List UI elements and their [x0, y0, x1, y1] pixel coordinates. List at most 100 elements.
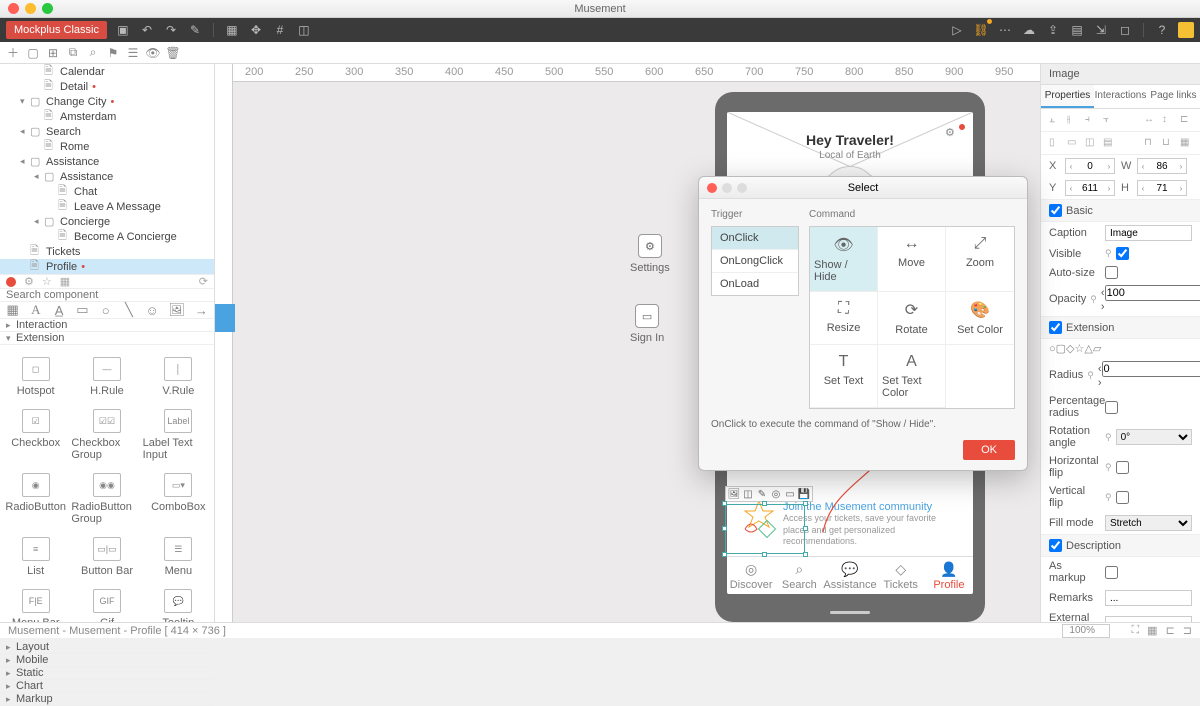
grid-icon[interactable]: ▦	[224, 22, 240, 38]
tree-item[interactable]: 🗎Leave A Message	[0, 199, 214, 214]
asmarkup-checkbox[interactable]	[1105, 566, 1118, 579]
section-description[interactable]: Description	[1041, 534, 1200, 557]
align-b4-icon[interactable]: ▤	[1103, 137, 1115, 149]
hier-icon[interactable]: ⊞	[46, 46, 60, 60]
x-input[interactable]: ‹›	[1065, 158, 1115, 174]
edit-icon[interactable]: ✎	[756, 488, 768, 500]
img-icon[interactable]: 🖼	[728, 488, 740, 500]
brand-badge[interactable]: Mockplus Classic	[6, 21, 107, 39]
align-left-icon[interactable]: ⫠	[1049, 114, 1061, 126]
selection-toolbar[interactable]: 🖼 ◫ ✎ ◎ ▭ 💾	[725, 486, 813, 502]
rotation-select[interactable]: 0°	[1116, 429, 1192, 445]
match-size-icon[interactable]: ▦	[1180, 137, 1192, 149]
move-icon[interactable]: ✥	[248, 22, 264, 38]
pradius-checkbox[interactable]	[1105, 401, 1118, 414]
visible-checkbox[interactable]	[1116, 247, 1129, 260]
arrow-icon[interactable]: →	[195, 302, 208, 318]
command-item[interactable]: TSet Text	[810, 345, 878, 408]
dist-space-icon[interactable]: ⊔	[1162, 137, 1174, 149]
category-extension[interactable]: ▾Extension	[0, 332, 214, 345]
eye-icon[interactable]: 👁	[146, 46, 160, 60]
command-item[interactable]: ⛶Resize	[810, 292, 878, 345]
window-controls[interactable]	[8, 3, 53, 14]
tree-item[interactable]: ◂▢Assistance	[0, 154, 214, 169]
export-icon[interactable]: ⇲	[1093, 22, 1109, 38]
tabbar-item[interactable]: 💬Assistance	[823, 557, 876, 594]
play-icon[interactable]: ▷	[949, 22, 965, 38]
category-interaction[interactable]: ▸Interaction	[0, 319, 214, 332]
command-item[interactable]: ASet Text Color	[878, 345, 946, 408]
category-chart[interactable]: ▸Chart	[0, 680, 214, 693]
opacity-input[interactable]: ‹›	[1101, 285, 1200, 313]
component-item[interactable]: ≡List	[0, 531, 71, 583]
help-icon[interactable]: ?	[1154, 22, 1170, 38]
hflip-checkbox[interactable]	[1116, 461, 1129, 474]
save-icon[interactable]: ▣	[115, 22, 131, 38]
command-item[interactable]: ⟳Rotate	[878, 292, 946, 345]
tree-item[interactable]: 🗎Detail•	[0, 79, 214, 94]
trash-icon[interactable]: 🗑	[166, 46, 180, 60]
dist-v-icon[interactable]: ↕	[1162, 114, 1174, 126]
signin-side-button[interactable]: ▭ Sign In	[630, 304, 664, 344]
tab-interactions[interactable]: Interactions	[1094, 85, 1147, 108]
tree-item[interactable]: 🗎Calendar	[0, 64, 214, 79]
autosize-checkbox[interactable]	[1105, 266, 1118, 279]
maximize-icon[interactable]	[42, 3, 53, 14]
tabbar-item[interactable]: ◇Tickets	[877, 557, 925, 594]
align-top-icon[interactable]: ⫟	[1103, 114, 1115, 126]
category-layout[interactable]: ▸Layout	[0, 641, 214, 654]
minimize-icon[interactable]	[25, 3, 36, 14]
redo-icon[interactable]: ↷	[163, 22, 179, 38]
align-edge-icon[interactable]: ⊏	[1180, 114, 1192, 126]
caption-input[interactable]	[1105, 225, 1192, 241]
remarks-input[interactable]	[1105, 590, 1192, 606]
face-icon[interactable]: ☺	[146, 302, 159, 318]
component-item[interactable]: ◉RadioButton	[0, 467, 71, 531]
crop-icon[interactable]: ◫	[742, 488, 754, 500]
avatar-icon[interactable]	[1178, 22, 1194, 38]
trigger-item[interactable]: OnClick	[712, 227, 798, 250]
category-static[interactable]: ▸Static	[0, 667, 214, 680]
text-icon[interactable]: A	[29, 302, 42, 318]
radius-input[interactable]: ‹›	[1098, 361, 1200, 389]
copy-icon[interactable]: ⧉	[66, 46, 80, 60]
align-b3-icon[interactable]: ◫	[1085, 137, 1097, 149]
component-item[interactable]: ☑Checkbox	[0, 403, 71, 467]
dist-h-icon[interactable]: ↔	[1144, 114, 1156, 126]
cog-icon[interactable]: ⚙	[24, 275, 34, 288]
star-icon[interactable]: ☆	[42, 275, 52, 288]
command-item[interactable]: 🎨Set Color	[946, 292, 1014, 345]
component-item[interactable]: ◉◉RadioButton Group	[71, 467, 142, 531]
component-item[interactable]: │V.Rule	[143, 351, 214, 403]
close-icon[interactable]	[8, 3, 19, 14]
category-markup[interactable]: ▸Markup	[0, 693, 214, 706]
expand-icon[interactable]: ⊐	[1183, 624, 1192, 637]
tree-item[interactable]: ◂▢Search	[0, 124, 214, 139]
tree-item[interactable]: 🗎Rome	[0, 139, 214, 154]
search-icon[interactable]: ⌕	[86, 46, 100, 60]
component-search[interactable]	[0, 289, 214, 302]
y-input[interactable]: ‹›	[1065, 180, 1115, 196]
cloud-icon[interactable]: ☁	[1021, 22, 1037, 38]
underline-icon[interactable]: A̲	[53, 302, 66, 318]
record-icon[interactable]	[6, 277, 16, 287]
component-item[interactable]: ☰Menu	[143, 531, 214, 583]
more-icon[interactable]: ⋯	[997, 22, 1013, 38]
trigger-item[interactable]: OnLongClick	[712, 250, 798, 273]
grid-icon[interactable]: ▦	[1147, 624, 1157, 637]
tabbar-item[interactable]: 👤Profile	[925, 557, 973, 594]
component-item[interactable]: ▭|▭Button Bar	[71, 531, 142, 583]
component-item[interactable]: ▭▾ComboBox	[143, 467, 214, 531]
folder-icon[interactable]: ▢	[26, 46, 40, 60]
section-basic[interactable]: Basic	[1041, 199, 1200, 222]
align-right-icon[interactable]: ⫞	[1085, 114, 1097, 126]
dialog-titlebar[interactable]: Select	[699, 177, 1027, 199]
save-icon[interactable]: 💾	[798, 488, 810, 500]
component-item[interactable]: LabelLabel Text Input	[143, 403, 214, 467]
line-icon[interactable]: ╲	[122, 302, 135, 318]
rect-icon[interactable]: ▭	[76, 302, 89, 318]
fillmode-select[interactable]: Stretch	[1105, 515, 1192, 531]
grid-small-icon[interactable]: ▦	[60, 275, 70, 288]
search-input[interactable]	[0, 289, 214, 301]
command-item[interactable]: ↔Move	[878, 227, 946, 292]
